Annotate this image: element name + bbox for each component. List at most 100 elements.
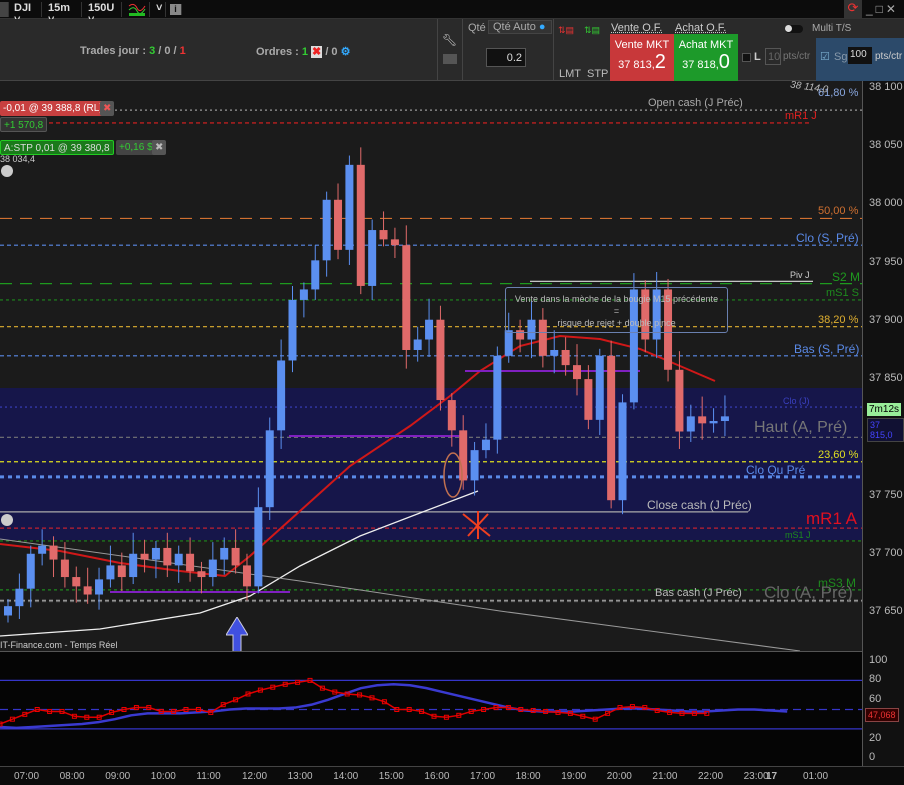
candle-body: [481, 439, 490, 451]
candle-body: [436, 319, 445, 401]
candle-body: [379, 230, 388, 240]
oscillator-panel[interactable]: [0, 651, 862, 766]
sell-price-dec: 2: [654, 51, 666, 73]
candle: [299, 282, 308, 318]
candle-body: [311, 260, 320, 290]
candle-body: [595, 355, 604, 420]
multi-ts-toggle[interactable]: [785, 25, 803, 33]
candle-body: [15, 588, 24, 607]
trades-label: Trades jour :: [80, 45, 150, 57]
achat-of-link[interactable]: Achat O.F.: [675, 22, 726, 34]
qty-input[interactable]: 0.2: [486, 48, 526, 67]
level-label: Open cash (J Préc): [648, 97, 743, 110]
orders-label: Ordres :: [256, 46, 302, 58]
buy-market-button[interactable]: Achat MKT 37 818,0: [674, 34, 738, 81]
time-tick: 11:00: [196, 771, 221, 782]
alert-icon[interactable]: [1, 514, 13, 526]
price-tick: 37 900: [869, 313, 903, 326]
multi-ts-label: Multi T/S: [812, 23, 852, 34]
candle: [83, 567, 92, 604]
candle-body: [322, 199, 331, 261]
time-tick: 14:00: [333, 771, 359, 782]
oscillator-canvas[interactable]: [0, 652, 862, 767]
candle: [493, 346, 502, 454]
sell-market-button[interactable]: Vente MKT 37 813,2: [610, 34, 674, 81]
level-label: Haut (A, Pré): [754, 419, 848, 437]
candle: [174, 545, 183, 583]
time-tick: 07:00: [14, 771, 40, 782]
level-label: Bas cash (J Préc): [655, 587, 742, 600]
l-points-input[interactable]: 10: [765, 48, 781, 65]
symbol-select[interactable]: DJI ˅: [10, 2, 42, 26]
level-label: 38,20 %: [818, 313, 859, 326]
candle-body: [197, 571, 206, 578]
level-label: Piv J: [790, 270, 810, 281]
cancel-stop-order-icon[interactable]: ✖: [152, 140, 167, 155]
candle-body: [447, 400, 456, 431]
alert-icon[interactable]: [1, 165, 13, 177]
level-label: Clo Qu Pré: [746, 462, 806, 477]
keyboard-icon[interactable]: [443, 54, 457, 64]
lmt-label: LMT: [559, 68, 581, 80]
trades-summary: Trades jour : 3 / 0 / 1: [80, 45, 186, 57]
l-checkbox[interactable]: [742, 53, 751, 62]
price-chart[interactable]: Vente dans la mèche de la bougie M15 pré…: [0, 81, 862, 651]
units-select[interactable]: 150U ˅: [84, 2, 122, 26]
settings-gear-icon[interactable]: ⚙: [341, 46, 351, 58]
candle-body: [607, 355, 616, 501]
price-tick: 37 750: [869, 488, 903, 501]
info-icon[interactable]: i: [170, 4, 182, 15]
trading-panel: Trades jour : 3 / 0 / 1 Ordres : 1 ✖ / 0…: [0, 19, 904, 81]
time-tick: 22:00: [698, 771, 724, 782]
candle-body: [38, 545, 47, 554]
link-icon[interactable]: [0, 2, 9, 17]
vente-of-link[interactable]: Vente O.F.: [611, 22, 662, 34]
limit-order-icon[interactable]: ⇅▤: [558, 25, 578, 43]
time-tick: 21:00: [652, 771, 678, 782]
qty-auto-button[interactable]: Qté Auto ●: [488, 20, 552, 34]
time-tick: 10:00: [150, 771, 176, 782]
candle: [573, 344, 581, 396]
oscillator-tick: 80: [869, 673, 882, 686]
window-controls[interactable]: _□✕: [866, 2, 899, 16]
candle-body: [242, 565, 251, 587]
candle: [618, 394, 627, 515]
candle-body: [208, 559, 217, 578]
stop-order-icon[interactable]: ⇅▤: [584, 25, 604, 43]
candle-body: [117, 565, 126, 578]
price-tick: 38 100: [869, 81, 903, 93]
candle-body: [106, 565, 115, 580]
price-tick: 37 950: [869, 255, 903, 268]
sg-unit-label: pts/ctr: [875, 51, 903, 62]
level-label: 23,60 %: [818, 448, 859, 461]
candle-body: [550, 349, 559, 356]
stop-order-tag[interactable]: A:STP 0,01 @ 39 380,8: [0, 140, 114, 155]
sg-checkbox[interactable]: ☑: [820, 50, 830, 63]
oscillator-fast-line: [0, 679, 707, 725]
indicator-icon[interactable]: [124, 2, 150, 17]
time-tick: 01:00: [803, 771, 829, 782]
annotation-box[interactable]: Vente dans la mèche de la bougie M15 pré…: [505, 287, 728, 333]
trades-loss: 1: [179, 45, 186, 57]
candle-body: [493, 355, 502, 440]
cancel-orders-icon[interactable]: ✖: [311, 46, 323, 58]
cancel-sell-order-icon[interactable]: ✖: [100, 101, 115, 116]
candle: [345, 155, 354, 265]
buy-price: 37 818,: [682, 59, 719, 71]
stop-pnl-tag: +0,16 $: [116, 140, 156, 155]
timeframe-select[interactable]: 15m ˅: [44, 2, 82, 26]
sg-points-input[interactable]: 100: [848, 47, 872, 64]
candle: [4, 599, 12, 623]
wrench-icon[interactable]: 🔧︎: [442, 33, 457, 47]
annotation-line2: =: [613, 306, 620, 316]
time-tick: 09:00: [105, 771, 131, 782]
price-axis[interactable]: 38 100 38 050 38 000 37 950 37 900 37 850 37 8…: [862, 81, 904, 766]
sell-order-tag[interactable]: -0,01 @ 39 388,8 (RL): [0, 101, 106, 116]
chevron-down-icon[interactable]: ˅: [152, 2, 166, 17]
candle: [390, 227, 399, 259]
candle-body: [72, 577, 81, 587]
data-source-label: IT-Finance.com - Temps Réel: [0, 640, 118, 650]
refresh-icon[interactable]: ⟳: [844, 0, 862, 19]
candle-body: [561, 349, 570, 366]
chart-canvas[interactable]: [0, 81, 862, 651]
